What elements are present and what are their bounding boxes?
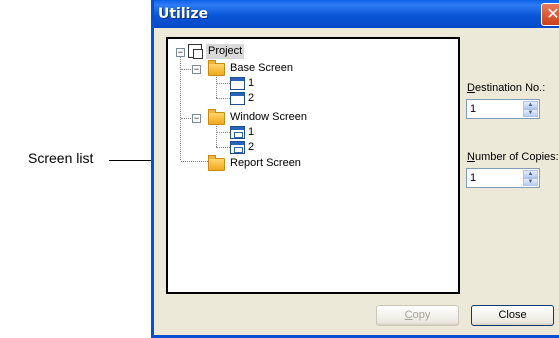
base-screen-icon <box>230 92 245 105</box>
collapse-icon[interactable]: − <box>176 48 185 57</box>
tree-connector <box>180 56 181 160</box>
window-screen-icon <box>230 126 245 139</box>
tree-connector <box>216 132 230 133</box>
tree-connector <box>216 147 230 148</box>
tree-node-label: Base Screen <box>230 62 293 74</box>
tree-connector <box>216 83 230 84</box>
window-screen-icon <box>230 141 245 154</box>
destination-value: 1 <box>470 103 477 115</box>
folder-icon <box>208 109 225 125</box>
base-screen-icon <box>230 77 245 90</box>
tree-node-label: 2 <box>248 92 255 104</box>
spin-up-icon[interactable]: ▲ <box>523 170 538 178</box>
tree-node-label: Window Screen <box>230 111 308 123</box>
tree-node-label: Project <box>206 44 245 59</box>
folder-icon <box>208 60 225 76</box>
utilize-dialog: Utilize ✕ − Project − Base Screen 1 2 − … <box>151 0 559 338</box>
tree-connector <box>216 74 217 98</box>
dialog-title: Utilize <box>158 6 209 22</box>
spin-up-icon[interactable]: ▲ <box>523 101 538 109</box>
copy-button[interactable]: Copy <box>376 305 459 326</box>
spin-down-icon[interactable]: ▼ <box>523 178 538 186</box>
tree-node-label: 1 <box>248 77 255 89</box>
collapse-icon[interactable]: − <box>192 65 201 74</box>
copies-label: Number of Copies: <box>467 151 559 163</box>
close-icon[interactable]: ✕ <box>541 3 559 26</box>
tree-node-label: 2 <box>248 141 255 153</box>
tree-connector <box>181 161 208 162</box>
close-button[interactable]: Close <box>471 305 554 326</box>
screen-list-tree[interactable]: − Project − Base Screen 1 2 − Window Scr… <box>166 37 460 294</box>
spin-down-icon[interactable]: ▼ <box>523 109 538 117</box>
tree-connector <box>181 118 191 119</box>
collapse-icon[interactable]: − <box>192 114 201 123</box>
tree-node-label: 1 <box>248 126 255 138</box>
tree-connector <box>216 123 217 147</box>
project-icon <box>188 44 203 59</box>
copies-value: 1 <box>470 172 477 184</box>
folder-icon <box>208 155 225 171</box>
tree-connector <box>181 69 191 70</box>
title-bar[interactable]: Utilize ✕ <box>154 0 559 28</box>
copies-stepper[interactable]: 1 ▲ ▼ <box>466 168 540 188</box>
destination-stepper[interactable]: 1 ▲ ▼ <box>466 99 540 119</box>
destination-label: Destination No.: <box>467 82 546 94</box>
screen-list-callout: Screen list <box>28 150 94 166</box>
tree-connector <box>216 98 230 99</box>
tree-node-label: Report Screen <box>230 157 301 169</box>
